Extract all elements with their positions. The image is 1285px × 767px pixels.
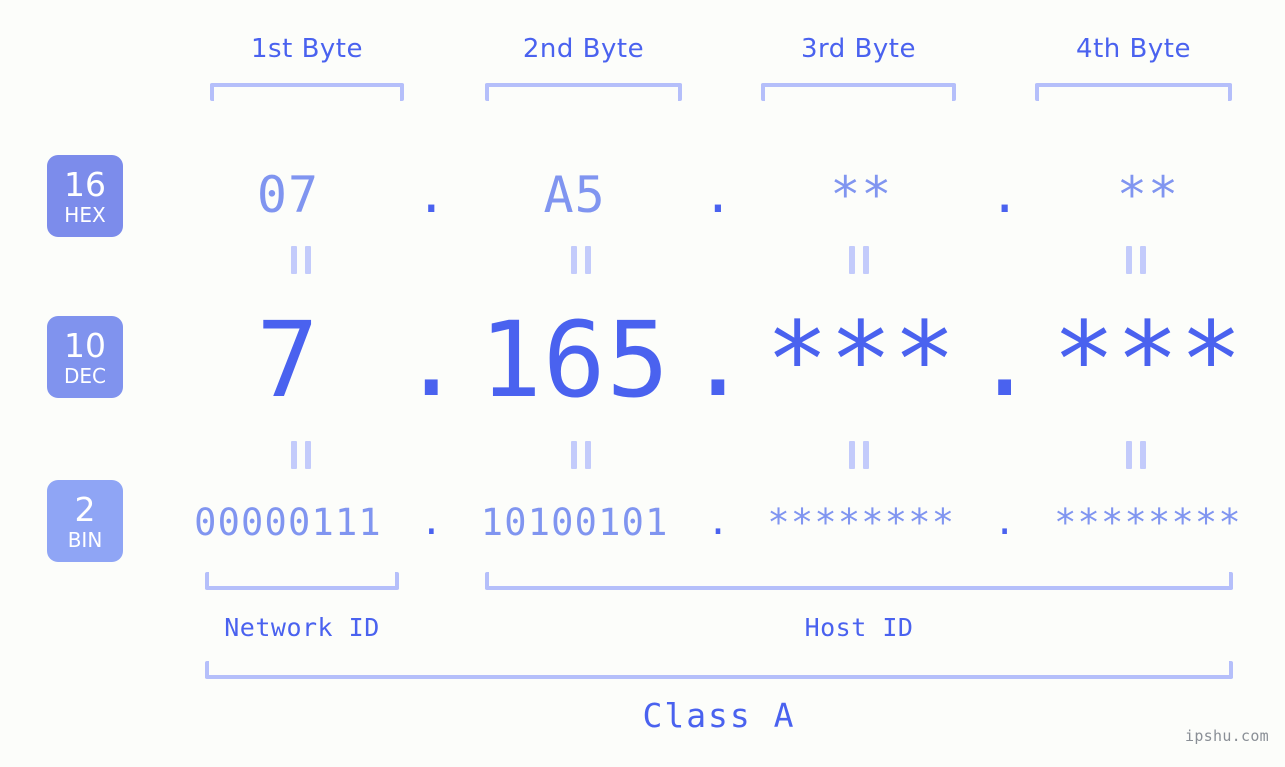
bin-byte-4: ******** <box>1054 500 1242 544</box>
radix-badge-hex: 16 HEX <box>47 155 123 237</box>
bin-byte-2: 10100101 <box>480 500 669 544</box>
hex-byte-2: A5 <box>543 166 606 224</box>
hex-value-row: 07 . A5 . ** . ** <box>190 150 1246 240</box>
host-id-bracket <box>485 572 1233 590</box>
radix-badge-hex-number: 16 <box>64 164 106 204</box>
equals-marker-hex-dec-2 <box>571 246 591 274</box>
hex-separator-2: . <box>702 166 734 224</box>
bin-separator-3: . <box>993 499 1016 543</box>
class-label: Class A <box>642 696 796 735</box>
network-id-bracket <box>205 572 399 590</box>
equals-marker-dec-bin-1 <box>291 441 311 469</box>
byte-bracket-4 <box>1035 83 1232 101</box>
bin-separator-2: . <box>706 499 730 543</box>
bin-value-row: 00000111 . 10100101 . ******** . *******… <box>190 492 1246 552</box>
bin-separator-1: . <box>420 499 443 543</box>
class-bracket <box>205 661 1233 679</box>
ip-address-breakdown-diagram: 1st Byte 2nd Byte 3rd Byte 4th Byte 16 H… <box>0 0 1285 767</box>
radix-badge-bin-unit: BIN <box>67 527 103 552</box>
byte-header-3: 3rd Byte <box>801 34 916 64</box>
hex-separator-3: . <box>989 166 1020 224</box>
hex-byte-4: ** <box>1116 166 1180 224</box>
byte-bracket-3 <box>761 83 956 101</box>
equals-marker-dec-bin-2 <box>571 441 591 469</box>
byte-header-4: 4th Byte <box>1076 34 1191 64</box>
hex-byte-1: 07 <box>256 166 320 224</box>
bin-byte-3: ******** <box>767 500 956 544</box>
radix-badge-dec-unit: DEC <box>63 363 106 388</box>
host-id-label: Host ID <box>804 613 914 642</box>
dec-byte-2: 165 <box>479 299 671 421</box>
equals-marker-dec-bin-4 <box>1126 441 1146 469</box>
hex-separator-1: . <box>416 166 447 224</box>
byte-header-2: 2nd Byte <box>522 34 645 64</box>
byte-bracket-2 <box>485 83 682 101</box>
radix-badge-dec-number: 10 <box>64 325 106 365</box>
dec-separator-2: . <box>686 298 750 421</box>
network-id-label: Network ID <box>224 613 380 642</box>
radix-badge-bin: 2 BIN <box>47 480 123 562</box>
dec-separator-3: . <box>973 298 1036 421</box>
equals-marker-hex-dec-4 <box>1126 246 1146 274</box>
dec-byte-1: 7 <box>256 299 320 421</box>
radix-badge-dec: 10 DEC <box>47 316 123 398</box>
equals-marker-hex-dec-3 <box>849 246 869 274</box>
hex-byte-3: ** <box>830 166 893 224</box>
bin-byte-1: 00000111 <box>194 500 382 544</box>
dec-value-row: 7 . 165 . *** . *** <box>190 298 1246 421</box>
byte-header-1: 1st Byte <box>251 34 363 64</box>
equals-marker-dec-bin-3 <box>849 441 869 469</box>
dec-separator-1: . <box>400 298 463 421</box>
radix-badge-bin-number: 2 <box>74 489 96 529</box>
watermark: ipshu.com <box>1185 727 1269 745</box>
byte-bracket-1 <box>210 83 404 101</box>
radix-badge-hex-unit: HEX <box>64 202 106 227</box>
dec-byte-4: *** <box>1052 299 1244 421</box>
dec-byte-3: *** <box>765 299 957 421</box>
equals-marker-hex-dec-1 <box>291 246 311 274</box>
